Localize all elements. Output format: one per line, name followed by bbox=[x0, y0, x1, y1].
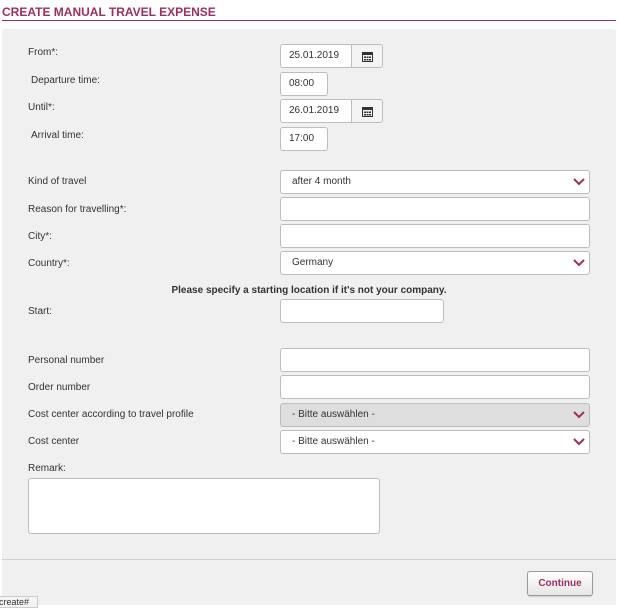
cost-center-profile-select: - Bitte auswählen - bbox=[280, 403, 590, 427]
chevron-down-icon bbox=[573, 411, 585, 419]
departure-time-input[interactable]: 08:00 bbox=[280, 72, 328, 96]
country-label: Country*: bbox=[28, 258, 70, 269]
from-calendar-button[interactable] bbox=[351, 44, 383, 68]
order-number-input[interactable] bbox=[280, 375, 590, 399]
title-divider bbox=[2, 20, 616, 21]
start-input[interactable] bbox=[280, 299, 444, 323]
start-location-notice: Please specify a starting location if it… bbox=[171, 285, 447, 296]
until-calendar-button[interactable] bbox=[351, 99, 383, 123]
calendar-icon bbox=[362, 52, 373, 62]
country-select[interactable]: Germany bbox=[280, 251, 590, 275]
page-title: CREATE MANUAL TRAVEL EXPENSE bbox=[2, 5, 216, 19]
arrival-time-value: 17:00 bbox=[289, 133, 315, 144]
kind-of-travel-label: Kind of travel bbox=[28, 176, 87, 187]
departure-time-label: Departure time: bbox=[31, 75, 100, 86]
until-date-input[interactable]: 26.01.2019 bbox=[280, 99, 352, 123]
from-label: From*: bbox=[28, 47, 58, 58]
country-value: Germany bbox=[292, 257, 334, 268]
arrival-time-input[interactable]: 17:00 bbox=[280, 127, 328, 151]
cost-center-select[interactable]: - Bitte auswählen - bbox=[280, 430, 590, 454]
until-date-value: 26.01.2019 bbox=[289, 105, 340, 116]
status-bar-url: create# bbox=[0, 596, 38, 608]
order-number-label: Order number bbox=[28, 382, 91, 393]
from-date-value: 25.01.2019 bbox=[289, 50, 340, 61]
arrival-time-label: Arrival time: bbox=[31, 130, 84, 141]
chevron-down-icon bbox=[573, 438, 585, 446]
cost-center-value: - Bitte auswählen - bbox=[292, 436, 375, 447]
until-label: Until*: bbox=[28, 102, 55, 113]
remark-textarea[interactable] bbox=[28, 478, 380, 534]
continue-button[interactable]: Continue bbox=[527, 571, 593, 596]
departure-time-value: 08:00 bbox=[289, 78, 315, 89]
chevron-down-icon bbox=[573, 259, 585, 267]
city-label: City*: bbox=[28, 231, 52, 242]
kind-of-travel-select[interactable]: after 4 month bbox=[280, 170, 590, 194]
calendar-icon bbox=[362, 107, 373, 117]
form-footer bbox=[2, 559, 616, 605]
cost-center-profile-label: Cost center according to travel profile bbox=[28, 409, 194, 420]
kind-of-travel-value: after 4 month bbox=[292, 176, 351, 187]
personal-number-label: Personal number bbox=[28, 355, 105, 366]
reason-input[interactable] bbox=[280, 197, 590, 221]
cost-center-label: Cost center bbox=[28, 436, 80, 447]
cost-center-profile-value: - Bitte auswählen - bbox=[292, 409, 375, 420]
start-label: Start: bbox=[28, 306, 52, 317]
personal-number-input[interactable] bbox=[280, 348, 590, 372]
city-input[interactable] bbox=[280, 224, 590, 248]
reason-label: Reason for travelling*: bbox=[28, 204, 127, 215]
chevron-down-icon bbox=[573, 178, 585, 186]
from-date-input[interactable]: 25.01.2019 bbox=[280, 44, 352, 68]
remark-label: Remark: bbox=[28, 463, 66, 474]
